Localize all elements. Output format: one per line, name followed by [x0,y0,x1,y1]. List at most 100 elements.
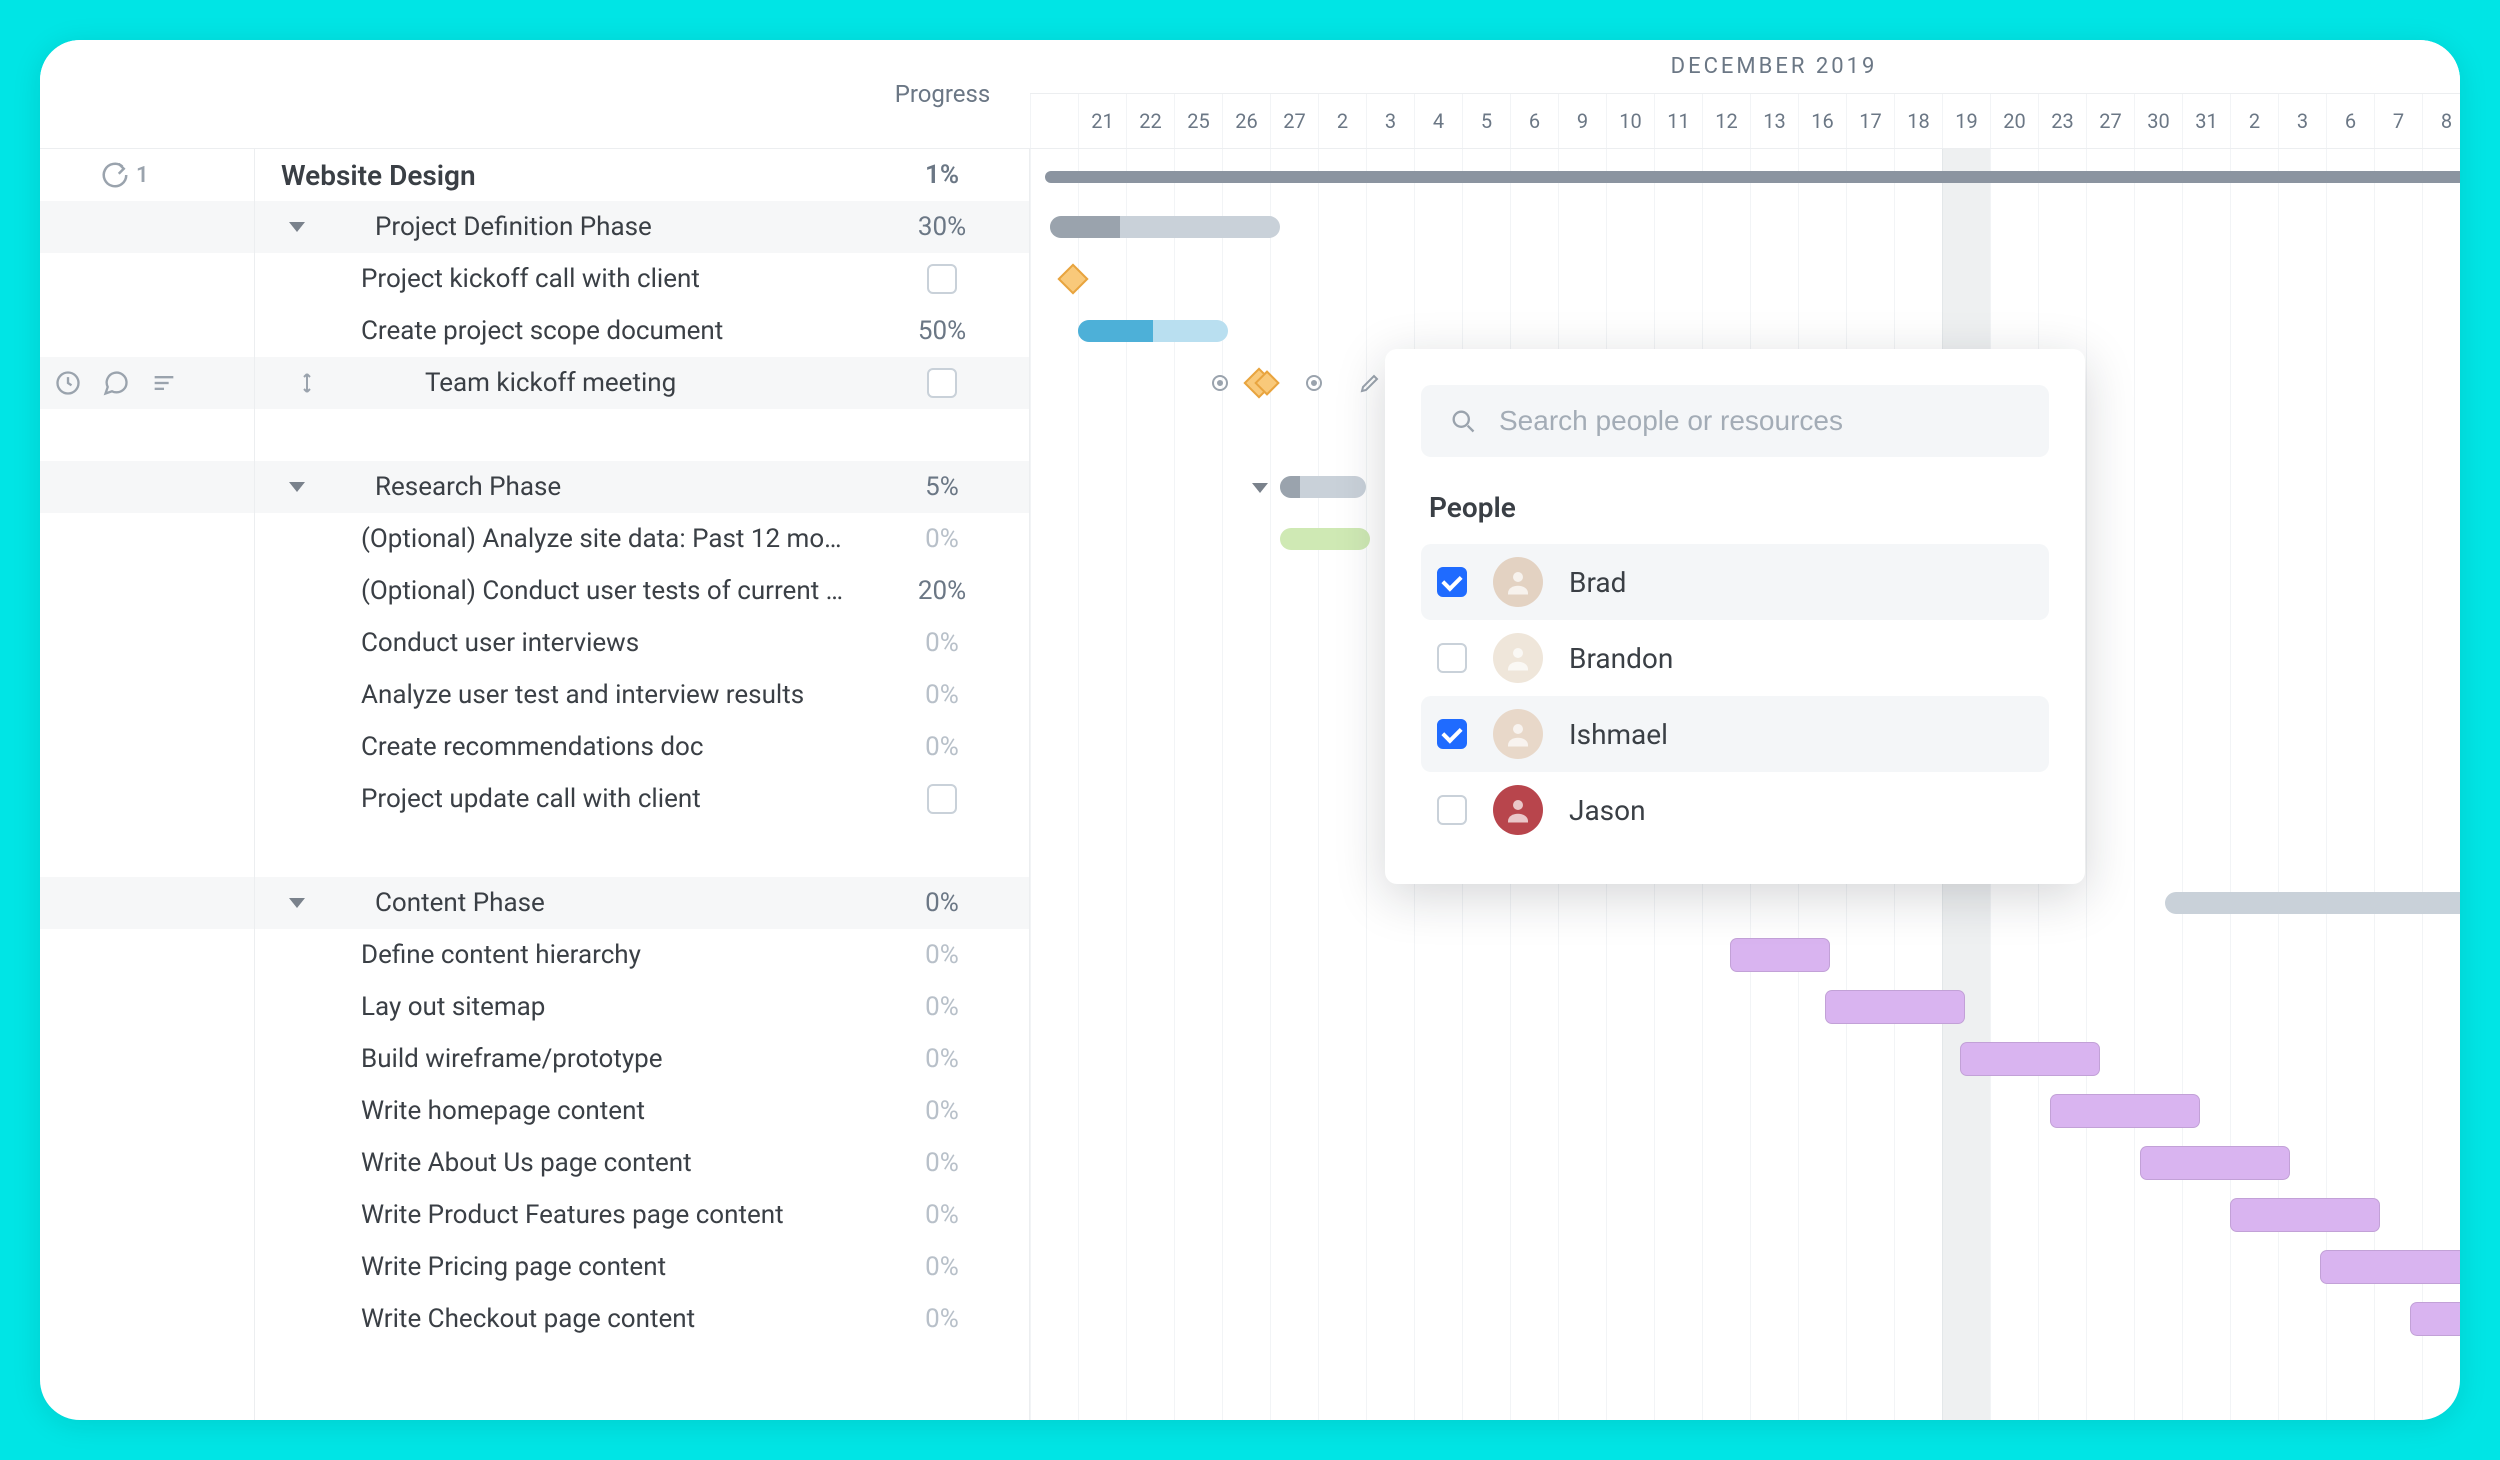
progress-cell: 0% [855,721,1029,773]
phase-row[interactable]: Research Phase [255,461,855,513]
row-left [40,1033,254,1085]
timeline-row[interactable] [1030,1137,2460,1189]
progress-value: 0% [855,1252,1029,1282]
row-left [40,1241,254,1293]
progress-checkbox[interactable] [927,264,957,294]
person-row[interactable]: Brandon [1421,620,2049,696]
task-row[interactable]: Define content hierarchy [255,929,855,981]
gantt-bar[interactable] [1280,528,1370,550]
row-left [40,929,254,981]
row-left [40,305,254,357]
day-cell: 5 [1462,94,1510,148]
progress-cell [855,357,1029,409]
task-row[interactable]: Write About Us page content [255,1137,855,1189]
drag-handle-icon[interactable] [295,371,319,395]
timeline-row[interactable] [1030,1085,2460,1137]
phase-collapse-icon[interactable] [1252,483,1268,493]
task-row[interactable]: (Optional) Conduct user tests of current… [255,565,855,617]
person-checkbox[interactable] [1437,719,1467,749]
person-row[interactable]: Jason [1421,772,2049,848]
task-row[interactable]: Conduct user interviews [255,617,855,669]
gantt-bar[interactable] [1730,938,1830,972]
task-name-column: Website Design Project Definition Phase Pr… [255,149,855,1420]
person-checkbox[interactable] [1437,567,1467,597]
expand-toggle-icon[interactable] [289,222,305,232]
progress-cell: 0% [855,981,1029,1033]
timeline-row[interactable] [1030,253,2460,305]
gantt-bar[interactable] [2165,892,2460,914]
task-row[interactable]: Project update call with client [255,773,855,825]
progress-cell: 0% [855,513,1029,565]
task-name: Project update call with client [255,784,855,814]
day-cell: 8 [2422,94,2460,148]
person-row[interactable]: Brad [1421,544,2049,620]
timeline-row[interactable] [1030,929,2460,981]
task-row[interactable]: Team kickoff meeting [255,357,855,409]
gantt-bar[interactable] [1825,990,1965,1024]
project-row[interactable]: Website Design [255,149,855,201]
timeline-row[interactable] [1030,1033,2460,1085]
edit-button[interactable] [1352,365,1388,401]
task-row[interactable]: Create project scope document [255,305,855,357]
expand-toggle-icon[interactable] [289,898,305,908]
progress-cell: 50% [855,305,1029,357]
gantt-bar[interactable] [1960,1042,2100,1076]
task-row[interactable]: (Optional) Analyze site data: Past 12 mo… [255,513,855,565]
timeline-row[interactable] [1030,1293,2460,1345]
gantt-bar[interactable] [1280,476,1366,498]
task-row[interactable]: Write Product Features page content [255,1189,855,1241]
progress-value: 0% [855,1044,1029,1074]
gantt-bar[interactable] [2320,1250,2460,1284]
progress-checkbox[interactable] [927,784,957,814]
timeline-row[interactable] [1030,149,2460,201]
spacer-row [255,409,855,461]
task-row[interactable]: Write Checkout page content [255,1293,855,1345]
gantt-bar[interactable] [2050,1094,2200,1128]
task-name: Write About Us page content [255,1148,855,1178]
gantt-bar[interactable] [2230,1198,2380,1232]
person-checkbox[interactable] [1437,643,1467,673]
timeline-row[interactable] [1030,201,2460,253]
task-row[interactable]: Build wireframe/prototype [255,1033,855,1085]
row-left [40,981,254,1033]
timeline-row[interactable] [1030,1189,2460,1241]
timeline-row[interactable] [1030,981,2460,1033]
expand-toggle-icon[interactable] [289,482,305,492]
gantt-bar[interactable] [1078,320,1228,342]
gantt-bar[interactable] [1050,216,1280,238]
day-cell: 2 [1318,94,1366,148]
timeline-row[interactable] [1030,877,2460,929]
day-cell: 12 [1702,94,1750,148]
phase-row[interactable]: Project Definition Phase [255,201,855,253]
task-row[interactable]: Project kickoff call with client [255,253,855,305]
task-name: Build wireframe/prototype [255,1044,855,1074]
task-name: Research Phase [319,472,855,502]
notes-icon[interactable] [150,369,178,397]
gantt-bar[interactable] [1045,171,2460,183]
row-left: 1 [40,149,254,201]
person-row[interactable]: Ishmael [1421,696,2049,772]
clock-icon[interactable] [54,369,82,397]
toolbar-circle-right[interactable] [1296,365,1332,401]
progress-checkbox[interactable] [927,368,957,398]
milestone-diamond[interactable] [1057,263,1088,294]
task-row[interactable]: Write homepage content [255,1085,855,1137]
progress-value: 0% [855,1148,1029,1178]
timeline-row[interactable] [1030,1241,2460,1293]
person-checkbox[interactable] [1437,795,1467,825]
toolbar-milestone-icon[interactable] [1254,370,1279,395]
day-cell: 7 [2374,94,2422,148]
phase-row[interactable]: Content Phase [255,877,855,929]
comment-icon[interactable] [102,369,130,397]
gantt-bar[interactable] [2410,1302,2460,1336]
people-search[interactable] [1421,385,2049,457]
toolbar-circle-left[interactable] [1202,365,1238,401]
task-name: Project Definition Phase [319,212,855,242]
people-search-input[interactable] [1499,405,2021,437]
avatar [1493,557,1543,607]
task-row[interactable]: Write Pricing page content [255,1241,855,1293]
task-row[interactable]: Create recommendations doc [255,721,855,773]
gantt-bar[interactable] [2140,1146,2290,1180]
task-row[interactable]: Lay out sitemap [255,981,855,1033]
task-row[interactable]: Analyze user test and interview results [255,669,855,721]
